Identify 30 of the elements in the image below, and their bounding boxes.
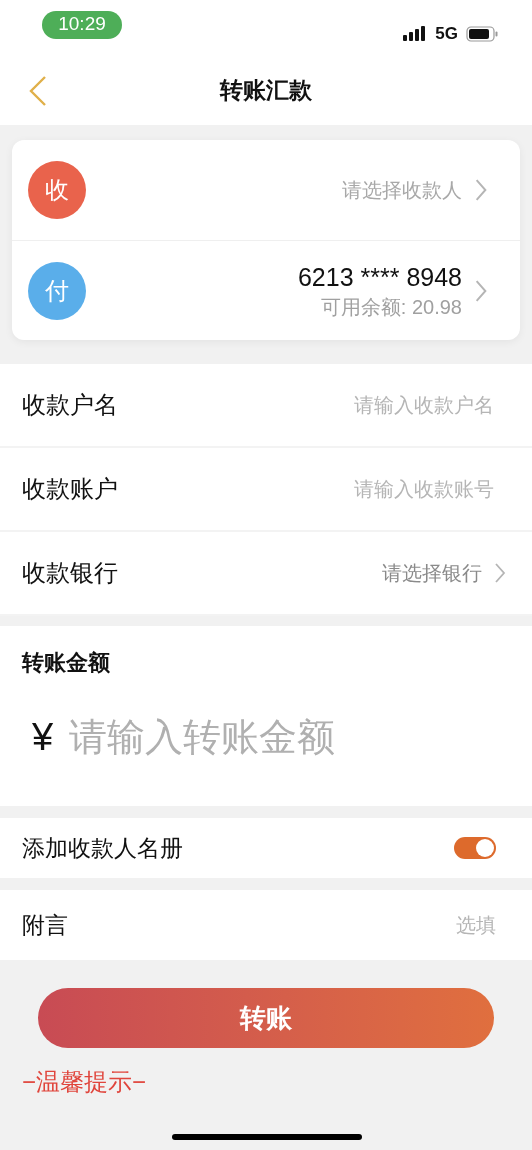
avatar-badge: 收 [28, 161, 86, 219]
field-label: 收款户名 [22, 390, 118, 420]
status-time: 10:29 [42, 10, 122, 39]
currency-symbol: ¥ [32, 715, 54, 760]
toggle-switch[interactable] [454, 837, 496, 859]
avatar-badge: 付 [28, 261, 86, 320]
field-label: 收款银行 [22, 558, 118, 588]
note-label: 附言 [22, 910, 68, 940]
input-field[interactable]: 请输入收款户名 [254, 390, 494, 420]
input-field[interactable]: 请输入收款账号 [254, 474, 494, 504]
chevron-right-icon [474, 178, 488, 202]
transfer-button[interactable]: 转账 [38, 988, 494, 1048]
network-type: 5G [435, 22, 458, 45]
select-payee-button[interactable]: 请选择收款人 [342, 175, 488, 205]
tips-title: −温馨提示− [21, 1067, 148, 1097]
chevron-right-icon [474, 278, 488, 303]
available-balance: 可用余额: 20.98 [320, 294, 462, 320]
amount-input[interactable]: 请输入转账金额 [69, 709, 470, 766]
battery-icon [466, 25, 498, 42]
toggle-label: 添加收款人名册 [22, 833, 183, 863]
account-number: 6213 **** 8948 [297, 261, 462, 293]
page-title: 转账汇款 [220, 75, 312, 105]
note-input[interactable]: 选填 [336, 910, 496, 940]
field-label: 收款账户 [22, 474, 118, 504]
signal-icon [403, 26, 428, 41]
amount-label: 转账金额 [22, 650, 110, 675]
back-button[interactable] [28, 75, 48, 107]
chevron-right-icon [494, 562, 506, 584]
back-icon [28, 75, 48, 107]
select-bank-button[interactable]: 请选择银行 [382, 558, 506, 588]
